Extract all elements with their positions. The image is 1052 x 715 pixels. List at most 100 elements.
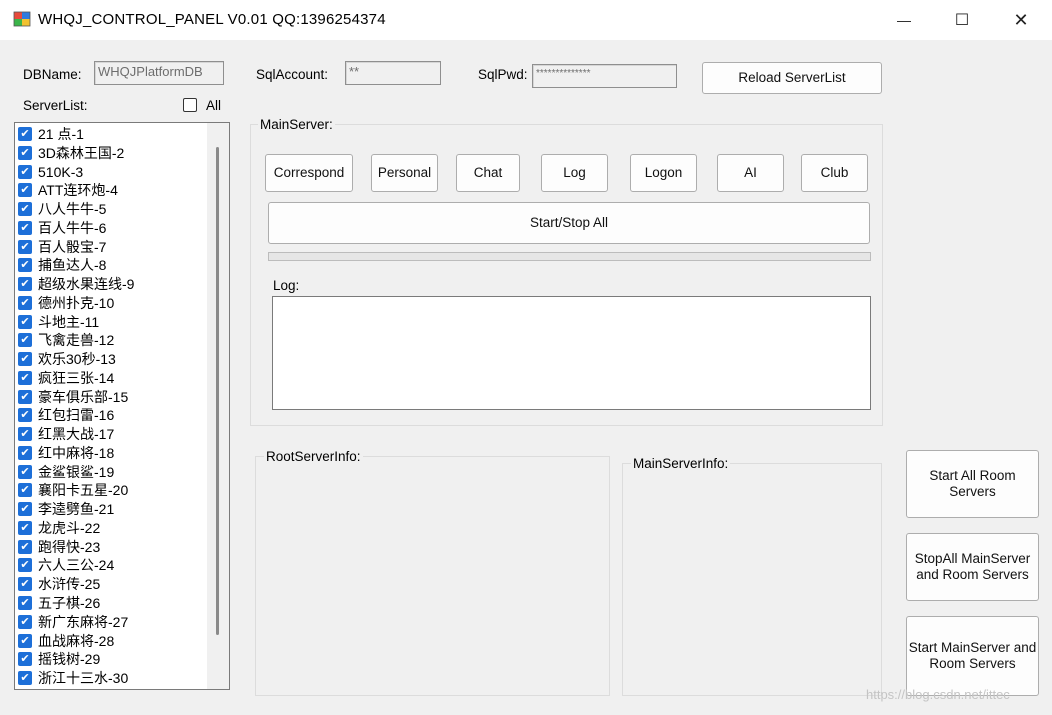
checkbox-checked-icon[interactable]: ✔ [18, 427, 32, 442]
server-list-item[interactable]: ✔ ATT连环炮-4 [18, 181, 118, 199]
server-list-item[interactable]: ✔ 豪车俱乐部-15 [18, 388, 128, 406]
server-list-item[interactable]: ✔ 百人骰宝-7 [18, 238, 106, 256]
progress-bar [268, 252, 871, 261]
checkbox-checked-icon[interactable]: ✔ [18, 539, 32, 554]
checkbox-checked-icon[interactable]: ✔ [18, 370, 32, 385]
checkbox-checked-icon[interactable]: ✔ [18, 239, 32, 254]
server-list-item[interactable]: ✔ 金鲨银鲨-19 [18, 463, 114, 481]
server-list-item-label: 欢乐30秒-13 [38, 351, 116, 368]
stop-all-main-and-room-servers-button[interactable]: StopAll MainServer and Room Servers [906, 533, 1039, 601]
checkbox-checked-icon[interactable]: ✔ [18, 127, 32, 141]
sqlpwd-field[interactable]: ************** [532, 64, 677, 88]
minimize-button[interactable]: — [875, 0, 933, 40]
server-list-item[interactable]: ✔ 八人牛牛-5 [18, 200, 106, 218]
server-list-item[interactable]: ✔ 3D森林王国-2 [18, 144, 124, 162]
server-list-item[interactable]: ✔ 疯狂三张-14 [18, 369, 114, 387]
dbname-label: DBName: [23, 67, 82, 82]
server-list-item-label: 六人三公-24 [38, 557, 115, 574]
server-list-item[interactable]: ✔ 浙江十三水-30 [18, 669, 128, 687]
watermark: https://blog.csdn.net/ittec [866, 687, 1010, 702]
start-stop-all-button[interactable]: Start/Stop All [268, 202, 870, 244]
checkbox-checked-icon[interactable]: ✔ [18, 464, 32, 479]
server-list-item[interactable]: ✔ 水浒传-25 [18, 575, 100, 593]
checkbox-checked-icon[interactable]: ✔ [18, 277, 32, 292]
start-main-and-room-servers-button[interactable]: Start MainServer and Room Servers [906, 616, 1039, 696]
personal-button[interactable]: Personal [371, 154, 438, 192]
log-button[interactable]: Log [541, 154, 608, 192]
server-list-item[interactable]: ✔ 襄阳卡五星-20 [18, 481, 128, 499]
log-textbox[interactable] [272, 296, 871, 410]
server-list-item[interactable]: ✔ 德州扑克-10 [18, 294, 114, 312]
server-list-item-label: 八人牛牛-5 [38, 201, 107, 218]
checkbox-checked-icon[interactable]: ✔ [18, 577, 32, 592]
club-button[interactable]: Club [801, 154, 868, 192]
checkbox-checked-icon[interactable]: ✔ [18, 520, 32, 535]
checkbox-checked-icon[interactable]: ✔ [18, 314, 32, 329]
dbname-field[interactable]: WHQJPlatformDB [94, 61, 224, 85]
server-list-item[interactable]: ✔ 李逵劈鱼-21 [18, 500, 114, 518]
checkbox-checked-icon[interactable]: ✔ [18, 202, 32, 217]
checkbox-checked-icon[interactable]: ✔ [18, 164, 32, 179]
start-all-room-servers-button[interactable]: Start All Room Servers [906, 450, 1039, 518]
server-list-item[interactable]: ✔ 欢乐30秒-13 [18, 350, 116, 368]
checkbox-checked-icon[interactable]: ✔ [18, 652, 32, 667]
server-list-item[interactable]: ✔ 血战麻将-28 [18, 632, 114, 650]
server-list-item-label: 疯狂三张-14 [38, 369, 115, 386]
checkbox-checked-icon[interactable]: ✔ [18, 145, 32, 160]
checkbox-checked-icon[interactable]: ✔ [18, 596, 32, 610]
close-button[interactable]: ✕ [992, 0, 1050, 40]
logon-button[interactable]: Logon [630, 154, 697, 192]
checkbox-checked-icon[interactable]: ✔ [18, 183, 32, 198]
server-list-item[interactable]: ✔ 红包扫雷-16 [18, 406, 114, 424]
serverlist-scrollbar[interactable] [207, 123, 229, 689]
checkbox-checked-icon[interactable]: ✔ [18, 333, 32, 348]
server-list-item[interactable]: ✔ 五子棋-26 [18, 594, 100, 612]
checkbox-checked-icon[interactable]: ✔ [18, 671, 32, 686]
chat-button[interactable]: Chat [456, 154, 520, 192]
server-list-item[interactable]: ✔ 21 点-1 [18, 125, 84, 143]
server-list-item[interactable]: ✔ 红黑大战-17 [18, 425, 114, 443]
server-list-item-label: 飞禽走兽-12 [38, 332, 115, 349]
server-list-item[interactable]: ✔ 红中麻将-18 [18, 444, 114, 462]
scrollbar-thumb[interactable] [216, 147, 219, 635]
server-list-item[interactable]: ✔ 跑得快-23 [18, 538, 100, 556]
checkbox-checked-icon[interactable]: ✔ [18, 408, 32, 423]
server-list-item-label: 豪车俱乐部-15 [38, 388, 129, 405]
checkbox-checked-icon[interactable]: ✔ [18, 483, 32, 498]
server-list-item[interactable]: ✔ 斗地主-11 [18, 313, 99, 331]
mainserverinfo-label: MainServerInfo: [631, 456, 731, 471]
sqlaccount-field[interactable]: ** [345, 61, 441, 85]
server-list-item-label: 百人牛牛-6 [38, 219, 107, 236]
reload-serverlist-button[interactable]: Reload ServerList [702, 62, 882, 94]
checkbox-checked-icon[interactable]: ✔ [18, 352, 32, 367]
correspond-button[interactable]: Correspond [265, 154, 353, 192]
server-list-item-label: 红包扫雷-16 [38, 407, 115, 424]
server-list-item[interactable]: ✔ 六人三公-24 [18, 556, 114, 574]
server-list-item[interactable]: ✔ 新广东麻将-27 [18, 613, 128, 631]
server-list-item[interactable]: ✔ 龙虎斗-22 [18, 519, 100, 537]
ai-button[interactable]: AI [717, 154, 784, 192]
server-list-item[interactable]: ✔ 飞禽走兽-12 [18, 331, 114, 349]
minimize-icon: — [897, 12, 911, 28]
server-list-item-label: 新广东麻将-27 [38, 613, 129, 630]
server-list-item[interactable]: ✔ 摇钱树-29 [18, 650, 100, 668]
server-checklist[interactable]: ✔ 21 点-1 ✔ 3D森林王国-2 ✔ 510K-3 ✔ ATT连环炮-4 ✔ 八人牛牛-5 ✔… [14, 122, 230, 690]
checkbox-checked-icon[interactable]: ✔ [18, 258, 32, 273]
server-list-item[interactable]: ✔ 百人牛牛-6 [18, 219, 106, 237]
checkbox-checked-icon[interactable]: ✔ [18, 295, 32, 310]
title-bar[interactable]: WHQJ_CONTROL_PANEL V0.01 QQ:1396254374 —… [0, 0, 1052, 40]
checkbox-checked-icon[interactable]: ✔ [18, 445, 32, 460]
checkbox-checked-icon[interactable]: ✔ [18, 502, 32, 517]
checkbox-checked-icon[interactable]: ✔ [18, 614, 32, 629]
server-list-item[interactable]: ✔ 510K-3 [18, 163, 83, 181]
server-list-item-label: 血战麻将-28 [38, 632, 115, 649]
maximize-button[interactable]: ☐ [933, 0, 991, 40]
checkbox-checked-icon[interactable]: ✔ [18, 558, 32, 573]
all-checkbox[interactable] [183, 98, 197, 112]
checkbox-checked-icon[interactable]: ✔ [18, 633, 32, 648]
server-list-item[interactable]: ✔ 超级水果连线-9 [18, 275, 134, 293]
server-list-item[interactable]: ✔ 捕鱼达人-8 [18, 256, 106, 274]
checkbox-checked-icon[interactable]: ✔ [18, 220, 32, 235]
checkbox-checked-icon[interactable]: ✔ [18, 389, 32, 404]
sqlaccount-label: SqlAccount: [256, 67, 329, 82]
